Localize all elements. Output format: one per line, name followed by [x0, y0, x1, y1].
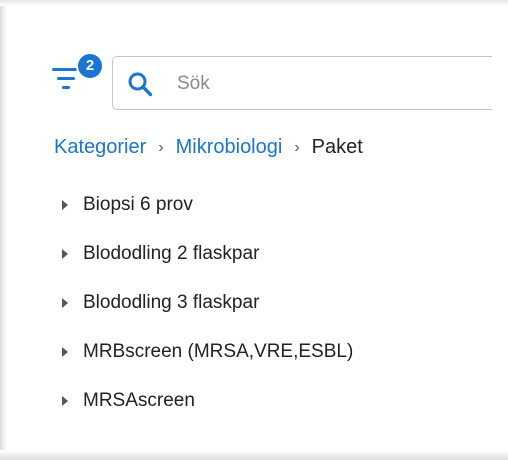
caret-right-icon [62, 199, 68, 210]
tree-item-blododling-2[interactable]: Blododling 2 flaskpar [58, 229, 353, 278]
tree-item-mrbscreen[interactable]: MRBscreen (MRSA,VRE,ESBL) [58, 327, 353, 376]
tree-item-blododling-3[interactable]: Blododling 3 flaskpar [58, 278, 353, 327]
tree-item-label: MRSAscreen [83, 389, 195, 411]
caret-right-icon [62, 346, 68, 357]
category-tree: Biopsi 6 prov Blododling 2 flaskpar Blod… [58, 180, 353, 425]
search-input[interactable] [175, 67, 479, 101]
tree-item-mrsascreen[interactable]: MRSAscreen [58, 376, 353, 425]
breadcrumb-link-mikrobiologi[interactable]: Mikrobiologi [176, 136, 283, 159]
breadcrumb: Kategorier › Mikrobiologi › Paket [54, 136, 363, 159]
breadcrumb-link-kategorier[interactable]: Kategorier [54, 136, 146, 159]
search-field[interactable] [112, 56, 492, 110]
filter-button[interactable]: 2 [52, 54, 102, 100]
search-icon [128, 72, 153, 97]
caret-right-icon [62, 248, 68, 259]
panel: 2 Kategorier › Mikrobiologi › Paket Biop… [0, 0, 508, 460]
breadcrumb-current: Paket [311, 136, 363, 158]
breadcrumb-separator: › [158, 138, 164, 156]
filter-count-badge: 2 [78, 54, 102, 78]
filter-list-icon [52, 68, 80, 89]
tree-item-label: Biopsi 6 prov [83, 193, 193, 215]
tree-item-label: Blododling 3 flaskpar [83, 291, 260, 313]
tree-item-biopsi[interactable]: Biopsi 6 prov [58, 180, 353, 229]
caret-right-icon [62, 395, 68, 406]
tree-item-label: Blododling 2 flaskpar [83, 242, 260, 264]
tree-item-label: MRBscreen (MRSA,VRE,ESBL) [83, 340, 354, 362]
panel-top-edge [0, 0, 508, 6]
breadcrumb-separator: › [294, 138, 300, 156]
caret-right-icon [62, 297, 68, 308]
